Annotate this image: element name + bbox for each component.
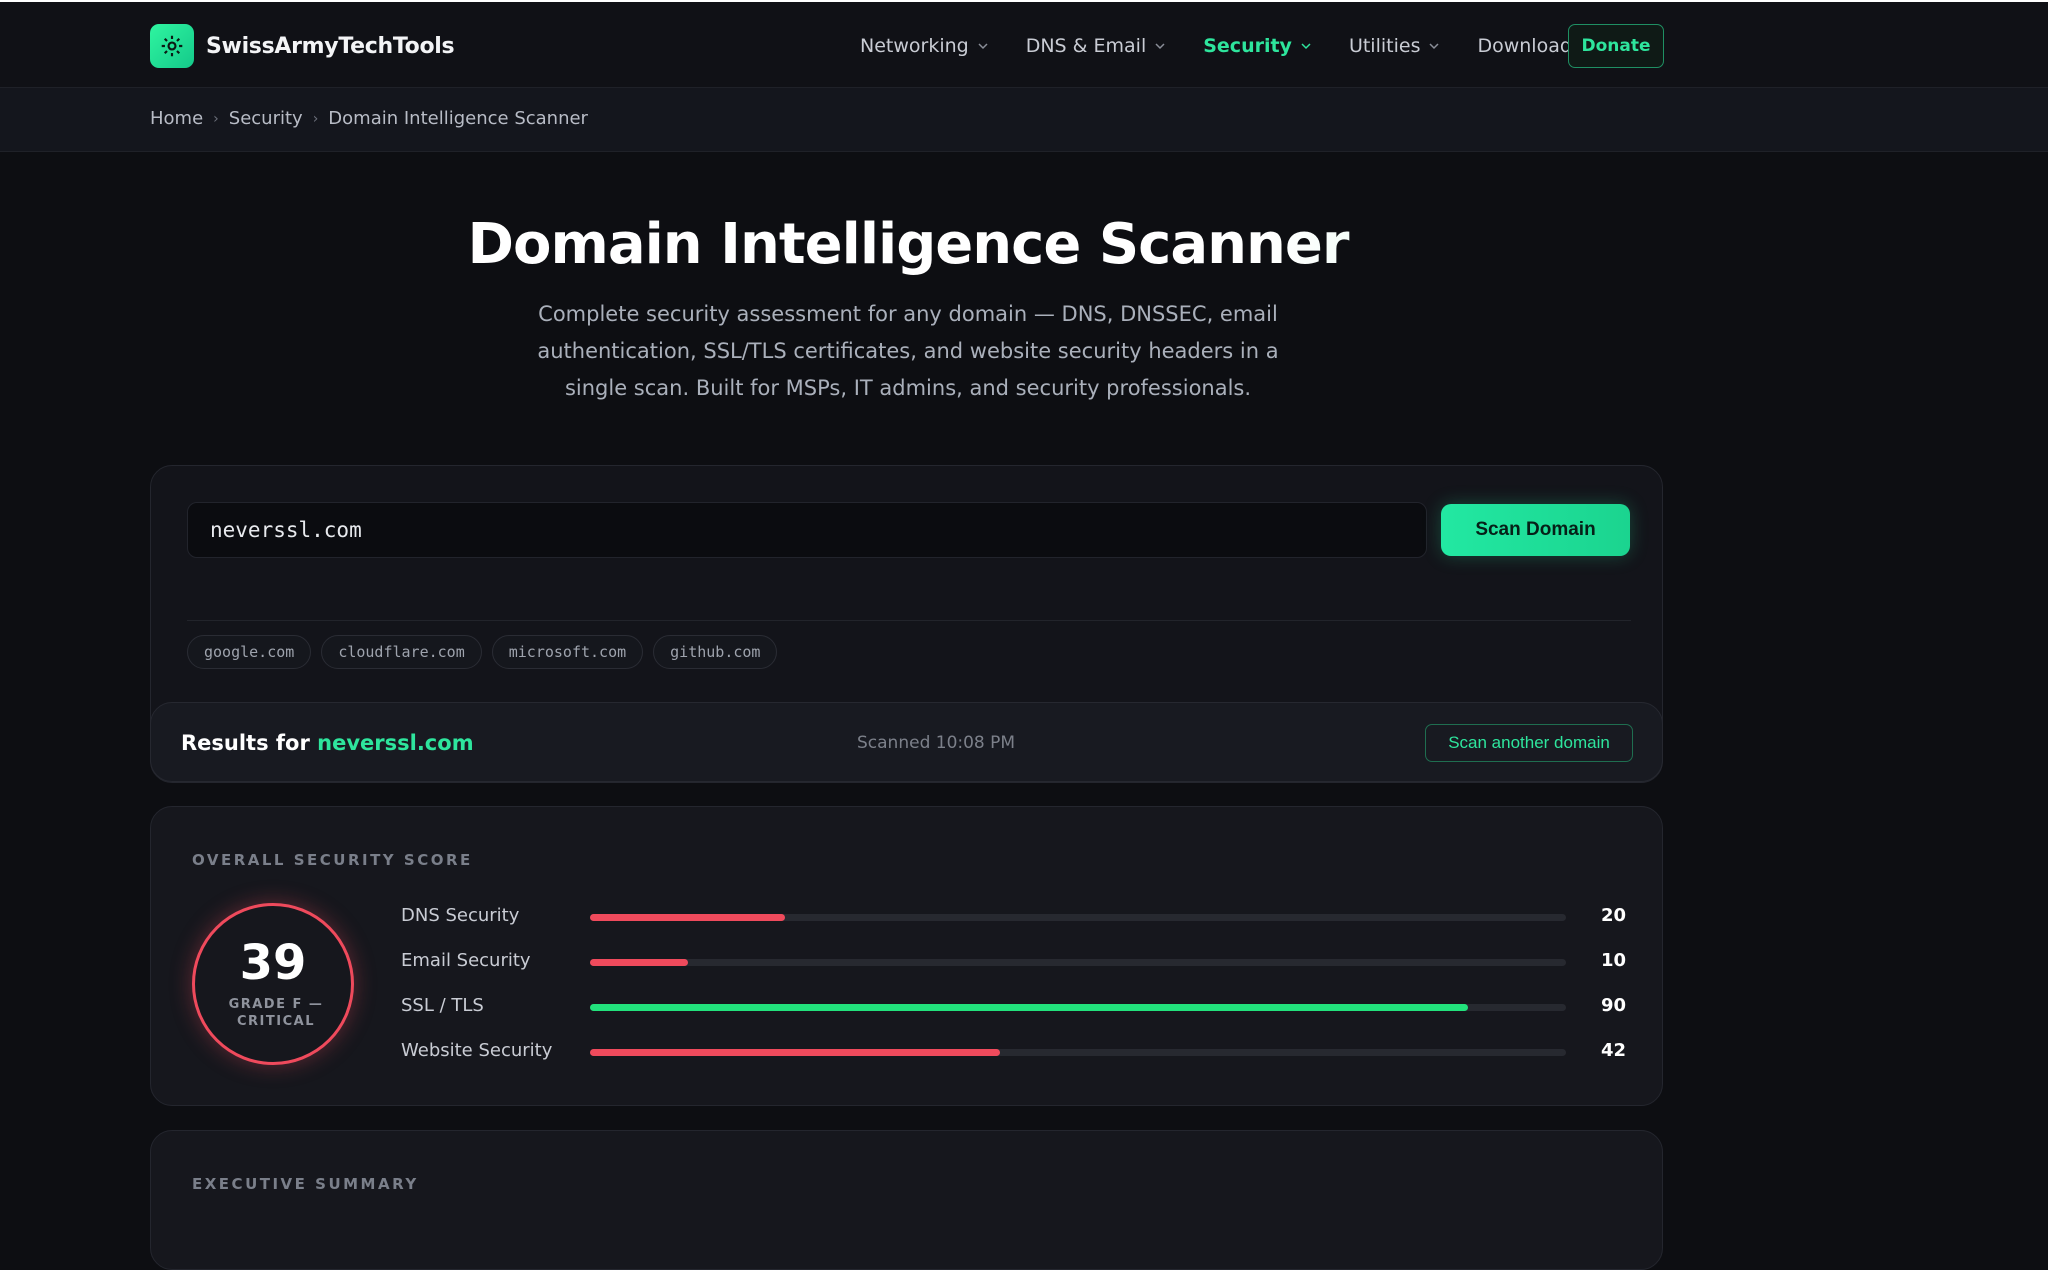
nav-security-label: Security [1203, 35, 1292, 57]
metric-bar-fill [590, 914, 786, 921]
brand-home-link[interactable]: SwissArmyTechTools [150, 24, 455, 68]
nav-networking-label: Networking [860, 35, 969, 57]
security-score-card: OVERALL SECURITY SCORE 39 GRADE F — CRIT… [150, 806, 1663, 1106]
brand-name: SwissArmyTechTools [206, 33, 455, 59]
page-title: Domain Intelligence Scanner [0, 212, 1816, 277]
metric-bar-track [590, 914, 1566, 921]
results-prefix: Results for [181, 731, 318, 755]
breadcrumb-security[interactable]: Security [229, 108, 303, 129]
nav-dns-email-label: DNS & Email [1025, 35, 1147, 57]
breadcrumb: Home › Security › Domain Intelligence Sc… [150, 108, 588, 129]
example-domain-chip[interactable]: github.com [653, 635, 778, 669]
metric-label: DNS Security [401, 905, 520, 926]
overall-score-ring: 39 GRADE F — CRITICAL [192, 903, 354, 1065]
metric-bar-track [590, 959, 1566, 966]
metric-label: Website Security [401, 1040, 553, 1061]
metric-value: 10 [1600, 950, 1626, 971]
example-domain-chip[interactable]: google.com [187, 635, 312, 669]
example-domain-chip[interactable]: microsoft.com [491, 635, 644, 669]
scan-another-button[interactable]: Scan another domain [1425, 724, 1633, 762]
metric-value: 90 [1600, 995, 1626, 1016]
metric-label: Email Security [401, 950, 531, 971]
breadcrumb-home[interactable]: Home [150, 108, 203, 129]
top-navbar: SwissArmyTechTools Networking DNS & Emai… [0, 0, 2048, 88]
metric-bar-track [590, 1004, 1566, 1011]
results-domain: neverssl.com [317, 731, 474, 755]
scanned-timestamp: Scanned 10:08 PM [857, 733, 1016, 753]
metric-value: 20 [1600, 905, 1626, 926]
overall-score-value: 39 [239, 935, 307, 991]
metric-label: SSL / TLS [401, 995, 484, 1016]
nav-networking[interactable]: Networking [860, 35, 990, 57]
metric-bar-fill [590, 959, 688, 966]
summary-section-label: EXECUTIVE SUMMARY [192, 1175, 419, 1193]
scan-domain-button[interactable]: Scan Domain [1441, 504, 1630, 556]
chevron-down-icon [1429, 43, 1439, 50]
gear-icon [150, 24, 194, 68]
domain-input[interactable] [187, 502, 1427, 558]
grade-label: GRADE F — CRITICAL [228, 997, 324, 1029]
example-domain-chip[interactable]: cloudflare.com [321, 635, 482, 669]
nav-dns-email[interactable]: DNS & Email [1026, 35, 1168, 57]
donate-button[interactable]: Donate [1568, 24, 1664, 68]
chevron-down-icon [1155, 43, 1165, 50]
chevron-down-icon [978, 43, 988, 50]
example-domains: google.com cloudflare.com microsoft.com … [187, 635, 787, 669]
nav-security[interactable]: Security [1203, 35, 1313, 57]
chevron-down-icon [1301, 43, 1311, 50]
results-title: Results for neverssl.com [181, 731, 474, 755]
nav-utilities[interactable]: Utilities [1349, 35, 1442, 57]
breadcrumb-separator-icon: › [312, 110, 319, 127]
nav-downloads-label: Downloads [1477, 35, 1582, 57]
breadcrumb-bar: Home › Security › Domain Intelligence Sc… [0, 88, 2048, 152]
metric-bar-fill [590, 1004, 1469, 1011]
divider [187, 620, 1631, 621]
score-section-label: OVERALL SECURITY SCORE [192, 851, 473, 869]
breadcrumb-current: Domain Intelligence Scanner [328, 108, 588, 129]
main-nav: Networking DNS & Email Security Utilitie… [860, 2, 1639, 90]
metric-bar-track [590, 1049, 1566, 1056]
metric-bar-fill [590, 1049, 1000, 1056]
metric-value: 42 [1600, 1040, 1626, 1061]
nav-utilities-label: Utilities [1348, 35, 1421, 57]
page-subtitle: Complete security assessment for any dom… [537, 302, 1279, 400]
breadcrumb-separator-icon: › [213, 110, 219, 127]
results-header: Results for neverssl.com Scanned 10:08 P… [150, 702, 1663, 782]
executive-summary-card: EXECUTIVE SUMMARY [150, 1130, 1663, 1270]
